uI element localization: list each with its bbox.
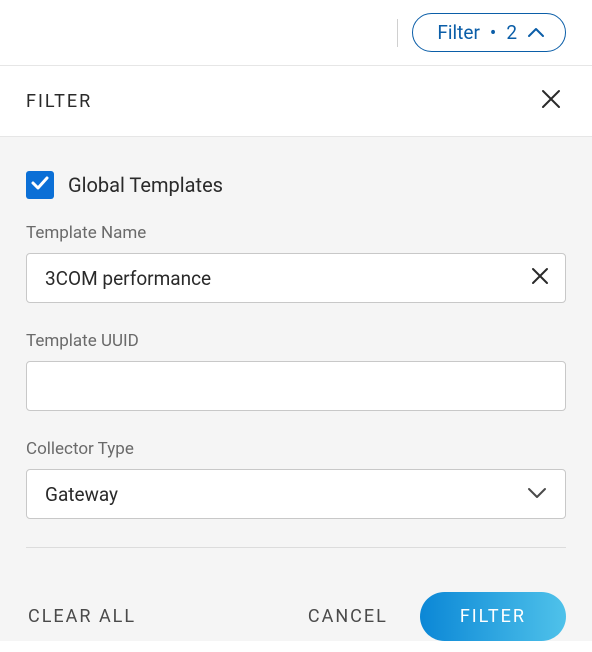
template-uuid-field: Template UUID <box>26 331 566 411</box>
collector-type-value: Gateway <box>45 483 118 506</box>
filter-pill-dot: • <box>490 21 496 44</box>
global-templates-row: Global Templates <box>26 171 566 199</box>
filter-button[interactable]: FILTER <box>420 592 566 641</box>
panel-footer: CLEAR ALL CANCEL FILTER <box>0 568 592 641</box>
filter-pill-count: 2 <box>506 21 517 44</box>
collector-type-field: Collector Type Gateway <box>26 439 566 519</box>
chevron-up-icon <box>527 27 545 39</box>
top-bar: Filter • 2 <box>0 0 592 65</box>
template-name-input-wrap <box>26 253 566 303</box>
close-icon <box>530 266 550 290</box>
template-uuid-input-wrap <box>26 361 566 411</box>
global-templates-checkbox[interactable] <box>26 171 54 199</box>
cancel-button[interactable]: CANCEL <box>306 600 390 633</box>
panel-title: FILTER <box>26 91 92 112</box>
template-name-input[interactable] <box>26 253 566 303</box>
filter-pill[interactable]: Filter • 2 <box>412 13 566 52</box>
panel-body: Global Templates Template Name Template … <box>0 137 592 568</box>
close-button[interactable] <box>536 84 566 118</box>
template-name-field: Template Name <box>26 223 566 303</box>
clear-all-button[interactable]: CLEAR ALL <box>26 600 138 633</box>
template-uuid-input[interactable] <box>26 361 566 411</box>
footer-right-group: CANCEL FILTER <box>306 592 566 641</box>
template-uuid-label: Template UUID <box>26 331 566 351</box>
template-name-label: Template Name <box>26 223 566 243</box>
chevron-down-icon <box>527 485 547 504</box>
panel-header: FILTER <box>0 65 592 137</box>
close-icon <box>540 88 562 114</box>
clear-template-name-button[interactable] <box>524 260 556 296</box>
top-separator <box>397 19 398 47</box>
global-templates-label: Global Templates <box>68 173 223 197</box>
footer-divider <box>26 547 566 548</box>
checkmark-icon <box>30 173 50 197</box>
collector-type-label: Collector Type <box>26 439 566 459</box>
filter-pill-label: Filter <box>437 21 479 44</box>
collector-type-select[interactable]: Gateway <box>26 469 566 519</box>
